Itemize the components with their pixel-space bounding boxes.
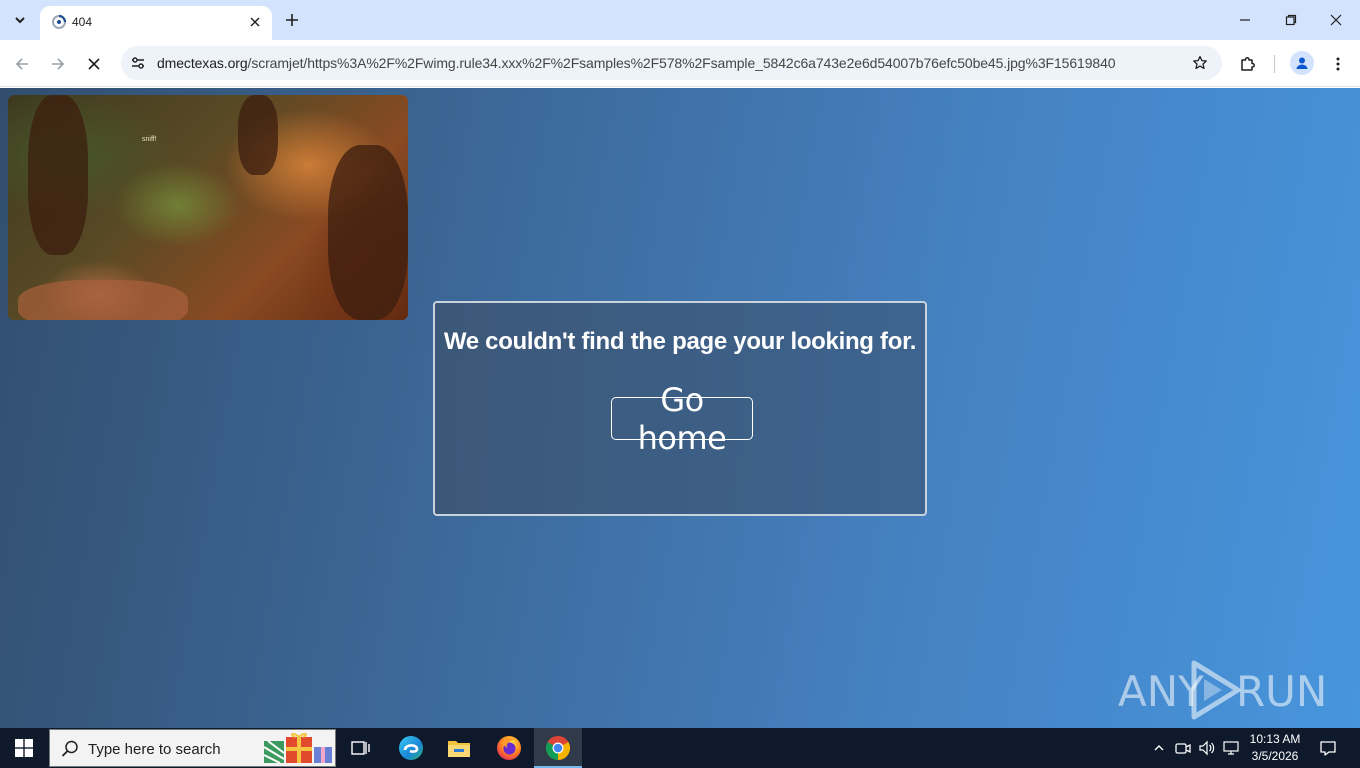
tune-icon: [132, 57, 144, 69]
stop-loading-button[interactable]: [82, 52, 106, 76]
minimize-button[interactable]: [1233, 8, 1257, 32]
restore-button[interactable]: [1279, 8, 1303, 32]
meet-now-button[interactable]: [1173, 738, 1193, 758]
close-window-button[interactable]: [1324, 8, 1348, 32]
camera-icon: [1175, 743, 1191, 754]
speaker-icon: [1199, 740, 1215, 756]
close-icon: [88, 58, 100, 70]
thumbnail-shape: [28, 95, 88, 255]
thumbnail-shape: [18, 280, 188, 320]
new-tab-button[interactable]: [282, 10, 302, 30]
chevron-up-icon: [1154, 745, 1164, 751]
more-vert-icon: [1336, 57, 1340, 71]
edge-button[interactable]: [387, 728, 435, 768]
gift-boxes-icon: [263, 733, 332, 764]
tab-strip: 404: [0, 0, 1360, 40]
windows-logo-icon: [15, 739, 33, 757]
watermark-text-right: RUN: [1236, 667, 1328, 716]
tab-title: 404: [72, 15, 93, 29]
notifications-button[interactable]: [1316, 736, 1340, 760]
go-home-button[interactable]: Go home: [611, 381, 753, 457]
taskbar-search[interactable]: Type here to search: [49, 729, 336, 767]
notification-icon: [1320, 741, 1336, 756]
firefox-button[interactable]: [485, 728, 533, 768]
chrome-button[interactable]: [534, 728, 582, 768]
video-caption: sniff!: [142, 136, 157, 143]
show-hidden-icons-button[interactable]: [1149, 738, 1169, 758]
person-icon: [1296, 57, 1308, 69]
task-view-button[interactable]: [337, 728, 385, 768]
chevron-down-icon: [15, 17, 25, 24]
edge-icon: [399, 736, 423, 760]
thumbnail-shape: [238, 95, 278, 175]
firefox-icon: [497, 736, 521, 760]
forward-button[interactable]: [46, 52, 70, 76]
arrow-right-icon: [52, 58, 65, 70]
clock-time: 10:13 AM: [1249, 732, 1301, 746]
search-icon: [61, 740, 78, 757]
clock-date: 3/5/2026: [1251, 749, 1299, 763]
network-icon: [1223, 741, 1239, 755]
taskbar: Type here to search 10:13 AM 3/5/2026: [0, 728, 1360, 768]
tab-close-button[interactable]: [246, 13, 264, 31]
url-text[interactable]: dmectexas.org/scramjet/https%3A%2F%2Fwim…: [157, 55, 1116, 71]
video-thumbnail[interactable]: sniff!: [8, 95, 408, 320]
site-info-button[interactable]: [127, 52, 149, 74]
chrome-icon: [545, 736, 571, 760]
back-button[interactable]: [10, 52, 34, 76]
profile-button[interactable]: [1290, 51, 1314, 75]
browser-toolbar: dmectexas.org/scramjet/https%3A%2F%2Fwim…: [0, 40, 1360, 87]
thumbnail-shape: [328, 145, 408, 320]
bookmark-button[interactable]: [1190, 53, 1210, 73]
close-icon: [250, 17, 260, 27]
extensions-button[interactable]: [1236, 52, 1260, 76]
task-view-icon: [351, 741, 370, 755]
address-bar[interactable]: dmectexas.org/scramjet/https%3A%2F%2Fwim…: [121, 46, 1222, 80]
page-content: sniff! We couldn't find the page your lo…: [0, 88, 1360, 728]
error-message: We couldn't find the page your looking f…: [443, 328, 917, 355]
tab-search-button[interactable]: [8, 8, 32, 32]
url-path: /scramjet/https%3A%2F%2Fwimg.rule34.xxx%…: [247, 55, 1116, 71]
toolbar-divider: [1274, 55, 1275, 73]
start-button[interactable]: [0, 728, 48, 768]
anyrun-watermark: ANY RUN: [1118, 659, 1327, 721]
tab-active[interactable]: 404: [40, 6, 272, 40]
error-card: We couldn't find the page your looking f…: [433, 301, 927, 516]
search-placeholder: Type here to search: [88, 741, 221, 758]
puzzle-icon: [1241, 57, 1255, 71]
url-host: dmectexas.org: [157, 55, 248, 71]
arrow-left-icon: [15, 58, 28, 70]
close-icon: [1330, 14, 1342, 26]
system-clock[interactable]: 10:13 AM 3/5/2026: [1240, 731, 1310, 765]
file-explorer-button[interactable]: [435, 728, 483, 768]
volume-button[interactable]: [1197, 738, 1217, 758]
minimize-icon: [1240, 19, 1250, 21]
folder-icon: [448, 741, 470, 757]
restore-icon: [1285, 14, 1297, 26]
spinner-icon: [52, 14, 67, 29]
menu-button[interactable]: [1326, 52, 1350, 76]
network-button[interactable]: [1221, 738, 1241, 758]
plus-icon: [286, 14, 298, 26]
star-icon: [1193, 55, 1207, 70]
